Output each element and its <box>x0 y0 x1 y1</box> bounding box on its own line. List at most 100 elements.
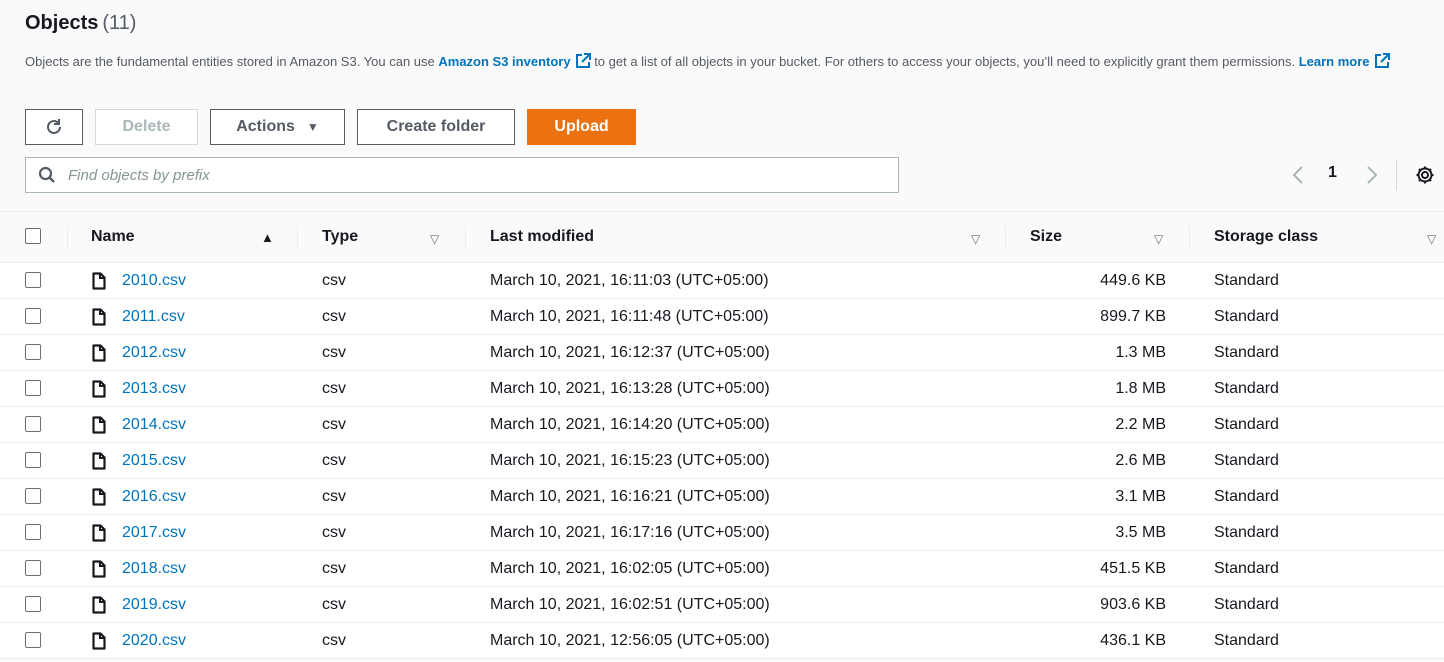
column-header-storage-class[interactable]: Storage class <box>1214 228 1318 246</box>
object-last-modified: March 10, 2021, 16:16:21 (UTC+05:00) <box>490 488 770 505</box>
table-row[interactable]: 2016.csv csv March 10, 2021, 16:16:21 (UTC… <box>0 479 1444 515</box>
table-row[interactable]: 2019.csv csv March 10, 2021, 16:02:51 (UTC… <box>0 587 1444 623</box>
objects-description: Objects are the fundamental entities sto… <box>25 50 1405 74</box>
column-divider <box>67 226 68 250</box>
column-header-name[interactable]: Name <box>91 228 135 246</box>
object-name-link[interactable]: 2010.csv <box>122 272 186 290</box>
object-size: 451.5 KB <box>1100 560 1166 577</box>
create-folder-button[interactable]: Create folder <box>357 109 515 145</box>
search-box <box>25 157 899 193</box>
row-checkbox[interactable] <box>25 524 41 540</box>
column-header-last-modified[interactable]: Last modified <box>490 228 594 246</box>
object-name-link[interactable]: 2015.csv <box>122 452 186 470</box>
delete-button-label: Delete <box>122 118 171 135</box>
objects-table: Name ▲ Type ▽ Last modified ▽ Size ▽ Sto… <box>0 211 1444 659</box>
object-name-link[interactable]: 2011.csv <box>122 308 185 326</box>
object-name-link[interactable]: 2017.csv <box>122 524 186 542</box>
row-checkbox[interactable] <box>25 380 41 396</box>
table-row[interactable]: 2015.csv csv March 10, 2021, 16:15:23 (UTC… <box>0 443 1444 479</box>
column-header-type[interactable]: Type <box>322 228 358 246</box>
sort-icon[interactable]: ▽ <box>1154 232 1163 246</box>
actions-dropdown[interactable]: Actions ▼ <box>210 109 345 145</box>
table-row[interactable]: 2018.csv csv March 10, 2021, 16:02:05 (UTC… <box>0 551 1444 587</box>
learn-more-link[interactable]: Learn more <box>1299 53 1390 69</box>
object-type: csv <box>322 272 346 289</box>
object-size: 1.8 MB <box>1115 380 1166 397</box>
current-page-number[interactable]: 1 <box>1328 164 1337 182</box>
next-page-button[interactable] <box>1360 160 1382 190</box>
chevron-left-icon <box>1292 166 1303 184</box>
table-row[interactable]: 2012.csv csv March 10, 2021, 16:12:37 (UTC… <box>0 335 1444 371</box>
table-row[interactable]: 2011.csv csv March 10, 2021, 16:11:48 (UTC… <box>0 299 1444 335</box>
row-checkbox[interactable] <box>25 308 41 324</box>
row-checkbox[interactable] <box>25 632 41 648</box>
object-name-link[interactable]: 2012.csv <box>122 344 186 362</box>
object-last-modified: March 10, 2021, 16:02:05 (UTC+05:00) <box>490 560 770 577</box>
object-name-link[interactable]: 2016.csv <box>122 488 186 506</box>
object-storage-class: Standard <box>1214 560 1279 577</box>
row-checkbox[interactable] <box>25 596 41 612</box>
object-size: 436.1 KB <box>1100 632 1166 649</box>
table-row[interactable]: 2014.csv csv March 10, 2021, 16:14:20 (UTC… <box>0 407 1444 443</box>
object-storage-class: Standard <box>1214 488 1279 505</box>
object-type: csv <box>322 632 346 649</box>
file-icon <box>92 488 106 506</box>
object-type: csv <box>322 596 346 613</box>
sort-icon[interactable]: ▽ <box>971 232 980 246</box>
search-input[interactable] <box>68 166 848 184</box>
file-icon <box>92 344 106 362</box>
object-size: 3.1 MB <box>1115 488 1166 505</box>
file-icon <box>92 560 106 578</box>
select-all-checkbox[interactable] <box>25 228 41 244</box>
s3-inventory-link[interactable]: Amazon S3 inventory <box>438 53 591 69</box>
file-icon <box>92 632 106 650</box>
row-checkbox[interactable] <box>25 488 41 504</box>
file-icon <box>92 452 106 470</box>
object-size: 2.6 MB <box>1115 452 1166 469</box>
pager-divider <box>1396 160 1397 190</box>
upload-button[interactable]: Upload <box>527 109 636 145</box>
row-checkbox[interactable] <box>25 344 41 360</box>
table-row[interactable]: 2020.csv csv March 10, 2021, 12:56:05 (UTC… <box>0 623 1444 659</box>
object-name-link[interactable]: 2014.csv <box>122 416 186 434</box>
object-size: 1.3 MB <box>1115 344 1166 361</box>
previous-page-button[interactable] <box>1288 160 1310 190</box>
gear-icon <box>1416 166 1434 184</box>
preferences-button[interactable] <box>1414 164 1436 191</box>
object-type: csv <box>322 524 346 541</box>
object-name-link[interactable]: 2013.csv <box>122 380 186 398</box>
sort-ascending-icon[interactable]: ▲ <box>261 230 274 245</box>
object-name-link[interactable]: 2019.csv <box>122 596 186 614</box>
object-type: csv <box>322 488 346 505</box>
row-checkbox[interactable] <box>25 272 41 288</box>
refresh-button[interactable] <box>25 109 83 145</box>
table-body: 2010.csv csv March 10, 2021, 16:11:03 (UTC… <box>0 263 1444 659</box>
refresh-icon <box>47 119 61 134</box>
table-row[interactable]: 2010.csv csv March 10, 2021, 16:11:03 (UTC… <box>0 263 1444 299</box>
object-size: 3.5 MB <box>1115 524 1166 541</box>
object-type: csv <box>322 380 346 397</box>
delete-button[interactable]: Delete <box>95 109 198 145</box>
row-checkbox[interactable] <box>25 560 41 576</box>
external-link-icon <box>575 53 591 68</box>
sort-icon[interactable]: ▽ <box>430 232 439 246</box>
table-row[interactable]: 2013.csv csv March 10, 2021, 16:13:28 (UTC… <box>0 371 1444 407</box>
row-checkbox[interactable] <box>25 416 41 432</box>
object-size: 2.2 MB <box>1115 416 1166 433</box>
object-storage-class: Standard <box>1214 596 1279 613</box>
object-type: csv <box>322 560 346 577</box>
file-icon <box>92 416 106 434</box>
row-checkbox[interactable] <box>25 452 41 468</box>
object-type: csv <box>322 452 346 469</box>
object-size: 903.6 KB <box>1100 596 1166 613</box>
column-header-size[interactable]: Size <box>1030 228 1062 246</box>
sort-icon[interactable]: ▽ <box>1427 232 1436 246</box>
object-name-link[interactable]: 2020.csv <box>122 632 186 650</box>
object-size: 899.7 KB <box>1100 308 1166 325</box>
object-type: csv <box>322 308 346 325</box>
objects-panel: Objects (11) Objects are the fundamental … <box>0 0 1444 662</box>
object-name-link[interactable]: 2018.csv <box>122 560 186 578</box>
table-row[interactable]: 2017.csv csv March 10, 2021, 16:17:16 (UTC… <box>0 515 1444 551</box>
column-divider <box>1005 226 1006 250</box>
column-divider <box>465 226 466 250</box>
